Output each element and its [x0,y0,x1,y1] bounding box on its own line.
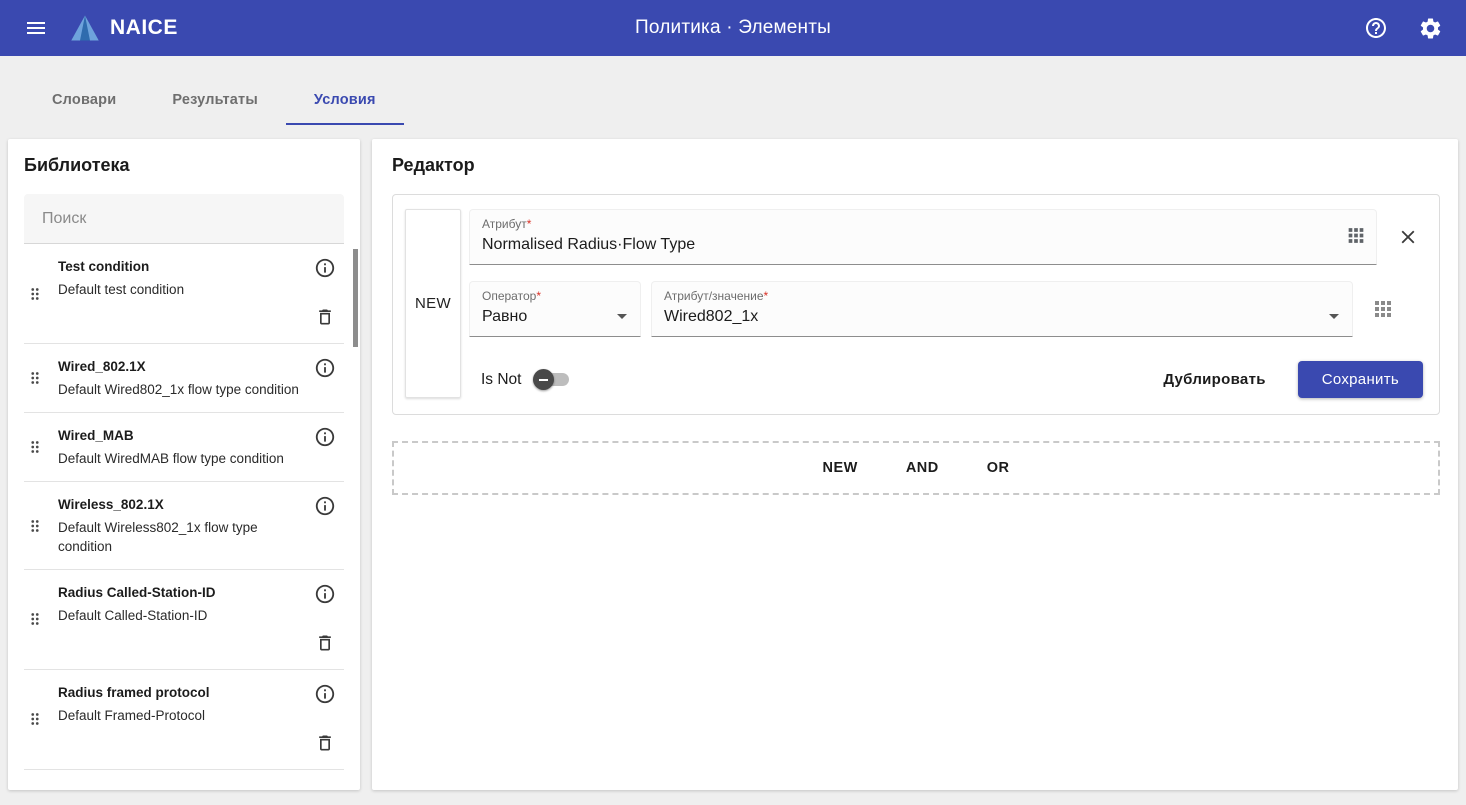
drag-handle-icon[interactable] [26,516,56,536]
drag-handle-icon[interactable] [26,609,56,629]
condition-description: Default WiredMAB flow type condition [58,450,302,468]
library-item[interactable]: Wired_MAB Default WiredMAB flow type con… [24,413,344,482]
library-item[interactable]: Radius framed protocol Default Framed-Pr… [24,670,344,770]
attribute-picker-grid-icon[interactable] [1345,225,1367,250]
value-select[interactable]: Атрибут/значение* Wired802_1x [651,281,1353,337]
duplicate-button[interactable]: Дублировать [1153,363,1275,396]
add-new-button[interactable]: NEW [810,452,869,484]
condition-name: Test condition [58,259,302,274]
search-input[interactable] [40,209,328,229]
tab-bar: Словари Результаты Условия [0,56,1466,125]
tab-conditions[interactable]: Условия [286,78,404,125]
info-icon[interactable] [314,583,336,608]
condition-description: Default Wired802_1x flow type condition [58,381,302,399]
attribute-field[interactable]: Атрибут* Normalised Radius·Flow Type [469,209,1377,265]
condition-description: Default Framed-Protocol [58,707,302,725]
condition-name: Wired_MAB [58,428,302,443]
is-not-toggle[interactable] [537,373,569,386]
condition-name: Radius framed protocol [58,685,302,700]
naice-logo-icon [70,14,100,42]
attribute-value: Normalised Radius·Flow Type [482,236,1336,254]
drag-handle-icon[interactable] [26,368,56,388]
value-label: Атрибут/значение [664,289,764,303]
save-button[interactable]: Сохранить [1298,361,1423,398]
drag-handle-icon[interactable] [26,284,56,304]
menu-icon[interactable] [16,8,56,48]
brand-name: NAICE [110,16,178,40]
delete-icon[interactable] [315,633,335,656]
brand-logo[interactable]: NAICE [70,14,178,42]
value-picker-grid-icon[interactable] [1371,297,1395,321]
close-icon[interactable] [1397,226,1419,248]
library-item[interactable]: Wireless_802.1X Default Wireless802_1x f… [24,482,344,569]
drag-handle-icon[interactable] [26,709,56,729]
library-search [24,194,344,244]
editor-title: Редактор [392,155,1442,176]
settings-gear-icon[interactable] [1410,8,1450,48]
toggle-knob [533,369,554,390]
attribute-label: Атрибут [482,217,527,231]
library-title: Библиотека [24,155,344,176]
chevron-down-icon [617,314,627,319]
condition-description: Default Wireless802_1x flow type conditi… [58,519,302,555]
delete-icon[interactable] [315,307,335,330]
info-icon[interactable] [314,683,336,708]
info-icon[interactable] [314,257,336,282]
add-condition-dropzone: NEW AND OR [392,441,1440,495]
chevron-down-icon [1329,314,1339,319]
tab-dictionaries[interactable]: Словари [24,78,144,125]
library-item[interactable]: Radius Called-Station-ID Default Called-… [24,570,344,670]
app-bar: NAICE Политика · Элементы [0,0,1466,56]
help-icon[interactable] [1356,8,1396,48]
condition-description: Default test condition [58,281,302,299]
info-icon[interactable] [314,357,336,382]
condition-name: Radius Called-Station-ID [58,585,302,600]
add-and-button[interactable]: AND [894,452,951,484]
library-list: Test condition Default test condition [24,244,344,770]
operator-select[interactable]: Оператор* Равно [469,281,641,337]
library-scrollbar[interactable] [353,249,358,347]
info-icon[interactable] [314,426,336,451]
add-or-button[interactable]: OR [975,452,1022,484]
drag-handle-icon[interactable] [26,437,56,457]
info-icon[interactable] [314,495,336,520]
operator-label: Оператор [482,289,536,303]
condition-name: Wired_802.1X [58,359,302,374]
tab-results[interactable]: Результаты [144,78,286,125]
required-marker: * [527,217,532,231]
required-marker: * [536,289,541,303]
condition-name: Wireless_802.1X [58,497,302,512]
library-item[interactable]: Wired_802.1X Default Wired802_1x flow ty… [24,344,344,413]
delete-icon[interactable] [315,733,335,756]
library-item[interactable]: Test condition Default test condition [24,244,344,344]
required-marker: * [764,289,769,303]
is-not-label: Is Not [481,371,521,389]
condition-description: Default Called-Station-ID [58,607,302,625]
condition-badge: NEW [405,209,461,398]
library-panel: Библиотека Test condition Default test c… [8,139,360,790]
condition-card: NEW Атрибут* Normalised Radius·Flow Type [392,194,1440,415]
editor-panel: Редактор NEW Атрибут* Normalised Radius·… [372,139,1458,790]
operator-value: Равно [482,308,600,326]
page-title: Политика · Элементы [635,17,831,39]
value-value: Wired802_1x [664,308,1312,326]
